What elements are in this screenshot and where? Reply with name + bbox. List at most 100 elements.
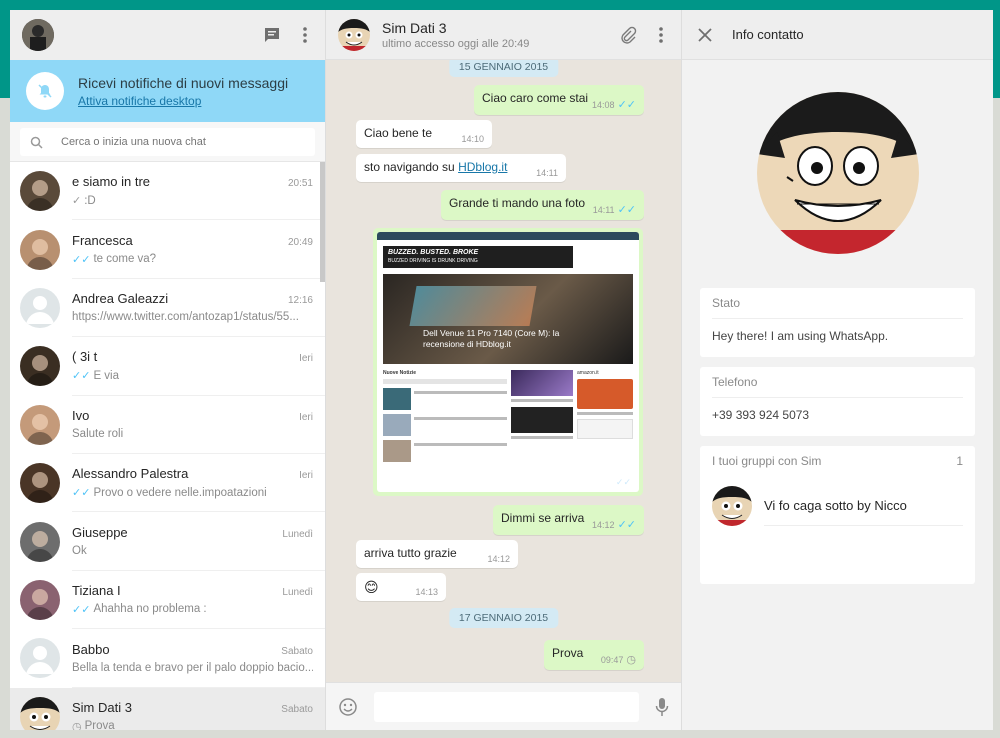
chat-menu-icon[interactable] [659,26,663,43]
message-time: 14:11 [592,204,615,215]
chat-item[interactable]: e siamo in tre 20:51 ✓:D [10,162,325,221]
contact-info-header: Info contatto [682,10,993,60]
chat-time: 20:49 [287,236,313,248]
message-bubble[interactable]: Dimmi se arriva 14:12 ✓✓ [493,505,644,535]
chat-item[interactable]: Ivo Ieri Salute roli [10,396,325,454]
message-bubble[interactable]: Grande ti mando una foto 14:11 ✓✓ [441,190,644,220]
chat-last-message: ✓✓ te come va? [72,253,157,266]
contact-info-title: Info contatto [732,27,804,42]
photo-message[interactable]: BUZZED. BUSTED. BROKE BUZZED DRIVING IS … [373,228,643,496]
whatsapp-web-app: Ricevi notifiche di nuovi messaggi Attiv… [10,10,993,730]
message-bubble[interactable]: 😊 14:13 [356,573,446,601]
group-item[interactable]: Vi fo caga sotto by Nicco [712,486,963,526]
left-header [10,10,325,60]
sent-tick-icon: ✓ [72,195,82,208]
message-text: Ciao bene te [364,126,433,140]
chat-time: Sabato [281,645,313,657]
photo-section-title: Nuove Notizie [383,370,417,376]
message-time: 14:12 [592,519,615,530]
date-chip: 15 GENNAIO 2015 [448,60,559,77]
attach-icon[interactable] [619,26,637,44]
enable-notifications-link[interactable]: Attiva notifiche desktop [78,94,288,108]
message-text: Grande ti mando una foto [449,196,586,210]
chat-avatar [20,463,60,504]
last-seen: ultimo accesso oggi alle 20:49 [382,37,530,50]
chat-list-scrollbar[interactable] [320,162,325,282]
read-ticks-icon: ✓✓ [617,204,636,216]
message-bubble[interactable]: arriva tutto grazie 14:12 [356,540,518,568]
chat-item[interactable]: Andrea Galeazzi 12:16 https://www.twitter.… [10,279,325,338]
message-bubble[interactable]: Ciao caro come stai 14:08 ✓✓ [474,85,644,115]
chat-name: Andrea Galeazzi [72,291,169,307]
chat-last-message: ✓✓ E via [72,369,120,383]
chat-time: Lunedì [282,586,313,598]
chat-time: Lunedì [282,529,313,541]
phone-label: Telefono [712,375,963,398]
chat-avatar [20,171,60,212]
read-ticks-icon: ✓✓ [617,519,636,531]
chat-item[interactable]: Alessandro Palestra Ieri ✓✓ Provo o vedere … [10,454,325,513]
my-avatar[interactable] [22,19,54,51]
emoji-icon[interactable] [338,697,358,717]
close-icon[interactable] [698,27,712,42]
chat-avatar [20,696,60,730]
notification-title: Ricevi notifiche di nuovi messaggi [78,74,289,91]
chat-item[interactable]: Sim Dati 3 Sabato ◷ Prova [10,687,325,730]
chat-item[interactable]: Tiziana I Lunedì ✓✓ Ahahha no problema : [10,571,325,630]
conversation-panel: Sim Dati 3 ultimo accesso oggi alle 20:4… [326,10,682,730]
chat-item[interactable]: Giuseppe Lunedì Ok [10,512,325,571]
message-bubble[interactable]: Ciao bene te 14:10 [356,120,492,148]
chat-avatar [20,404,60,445]
chat-item[interactable]: Francesca 20:49 ✓✓ te come va? [10,220,325,279]
new-chat-icon[interactable] [263,26,281,44]
chat-time: 20:51 [287,178,313,190]
search-input[interactable] [61,136,281,148]
contact-name[interactable]: Sim Dati 3 [382,20,529,36]
chat-time: Ieri [299,412,313,424]
hdblog-link[interactable]: HDblog.it [458,160,507,174]
read-ticks-icon: ✓✓ [72,370,91,383]
message-bubble[interactable]: sto navigando su HDblog.it 14:11 [356,154,566,182]
chat-list-panel: Ricevi notifiche di nuovi messaggi Attiv… [10,10,326,730]
group-name: Vi fo caga sotto by Nicco [764,486,963,526]
message-bubble[interactable]: Prova 09:47 ◷ [544,640,644,670]
contact-info-panel: Info contatto Stato Hey there! I am usin… [682,10,993,730]
contact-profile-photo[interactable] [756,92,919,254]
pending-clock-icon: ◷ [626,654,636,666]
chat-avatar [20,638,60,679]
message-input[interactable] [374,691,639,722]
microphone-icon[interactable] [655,697,669,717]
notification-banner: Ricevi notifiche di nuovi messaggi Attiv… [10,60,325,122]
message-text: Dimmi se arriva [501,511,585,525]
chat-name: Sim Dati 3 [72,699,132,715]
chat-last-message: ✓✓ Ahahha no problema : [72,603,207,616]
search-icon [30,136,43,149]
message-time: 14:08 [592,99,615,110]
muted-bell-icon [26,72,64,110]
message-time: 09:47 [600,654,624,665]
chat-name: ( 3i t [72,349,98,365]
menu-icon[interactable] [303,27,307,43]
groups-card: I tuoi gruppi con Sim 1 Vi fo caga sotto … [700,446,975,584]
message-time: 14:11 [536,168,558,178]
chat-avatar [20,521,60,562]
group-avatar [712,486,752,526]
message-area: 15 GENNAIO 2015 Ciao caro come stai 14:0… [326,60,681,682]
chat-item[interactable]: ( 3i t Ieri ✓✓ E via [10,337,325,396]
chat-name: Babbo [72,641,110,657]
contact-avatar[interactable] [338,18,370,51]
chat-item[interactable]: Babbo Sabato Bella la tenda e bravo per il… [10,629,325,688]
message-time: 14:12 [487,554,510,564]
chat-name: Ivo [72,408,90,424]
chat-name: Giuseppe [72,525,128,541]
status-value: Hey there! I am using WhatsApp. [712,329,889,343]
emoji-message: 😊 [364,579,379,595]
chat-last-message: Bella la tenda e bravo per il palo doppi… [72,661,313,674]
chat-last-message: ✓:D [72,194,96,208]
read-ticks-icon: ✓✓ [615,477,631,487]
date-chip: 17 GENNAIO 2015 [448,608,559,628]
chat-last-message: Ok [72,545,87,558]
groups-label: I tuoi gruppi con Sim 1 [712,454,963,468]
phone-value[interactable]: +39 393 924 5073 [712,398,963,428]
chat-avatar [20,346,60,387]
